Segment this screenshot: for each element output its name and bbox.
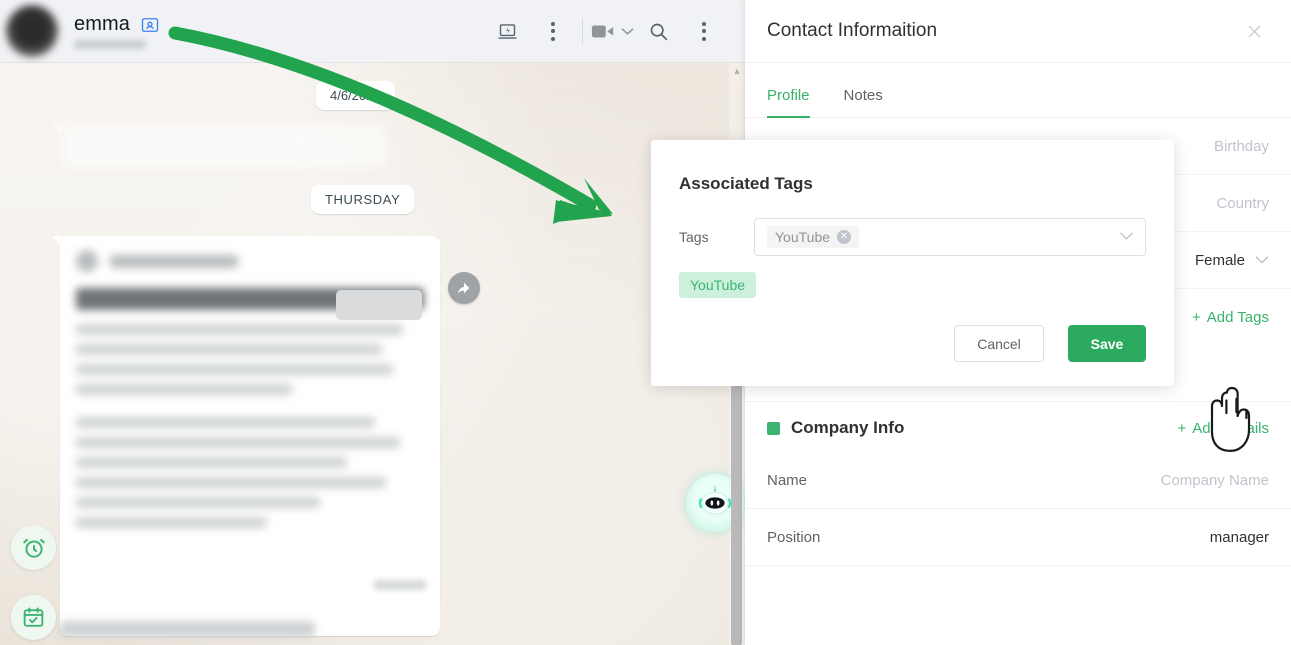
toolbar-divider xyxy=(582,18,583,44)
message-timestamp xyxy=(374,580,426,590)
green-square-icon xyxy=(767,421,780,435)
bubble-tail-top xyxy=(52,124,62,135)
field-value-position[interactable]: manager xyxy=(1210,529,1269,546)
calendar-check-icon[interactable] xyxy=(11,595,56,640)
selected-tag-chip[interactable]: YouTube ✕ xyxy=(767,226,860,248)
more-vertical-icon-right[interactable] xyxy=(681,9,727,53)
cancel-button[interactable]: Cancel xyxy=(954,325,1044,362)
modal-title: Associated Tags xyxy=(679,174,813,193)
message-inline-chip xyxy=(336,290,422,320)
selected-tag-label: YouTube xyxy=(775,229,831,245)
video-camera-icon[interactable] xyxy=(589,9,635,53)
tab-profile[interactable]: Profile xyxy=(767,87,810,118)
close-icon[interactable] xyxy=(1243,20,1265,42)
plus-icon: + xyxy=(1177,419,1187,437)
tags-select-input[interactable]: YouTube ✕ xyxy=(754,218,1146,256)
tab-notes[interactable]: Notes xyxy=(844,87,883,117)
company-fields: Name Company Name Position manager xyxy=(745,452,1291,566)
field-row-position[interactable]: Position manager xyxy=(745,509,1291,566)
contact-card-icon[interactable] xyxy=(140,15,160,35)
chat-scrollbar-thumb[interactable] xyxy=(731,385,742,645)
more-vertical-icon-left[interactable] xyxy=(530,9,576,53)
field-value-birthday[interactable]: Birthday xyxy=(1214,138,1269,155)
modal-tags-label: Tags xyxy=(679,229,709,245)
blurred-message-card xyxy=(60,236,440,636)
chat-pane: 4/6/2024 THURSDAY ▲ emma xyxy=(0,0,745,645)
modal-tags-field: Tags YouTube ✕ xyxy=(651,194,1174,256)
suggested-tags: YouTube xyxy=(651,256,1174,298)
alarm-clock-icon[interactable] xyxy=(11,525,56,570)
chat-toolbar xyxy=(484,9,745,53)
field-value-company-name[interactable]: Company Name xyxy=(1161,472,1269,489)
field-value-country[interactable]: Country xyxy=(1216,195,1269,212)
chevron-down-icon[interactable] xyxy=(1255,252,1269,269)
day-pill: THURSDAY xyxy=(311,185,415,214)
plus-icon: + xyxy=(1191,308,1201,326)
message-sender-name xyxy=(110,254,238,268)
chevron-down-icon xyxy=(621,27,633,35)
field-value-gender[interactable]: Female xyxy=(1195,252,1245,269)
save-button[interactable]: Save xyxy=(1068,325,1146,362)
chat-header: emma xyxy=(0,0,745,63)
laptop-bolt-icon[interactable] xyxy=(484,9,530,53)
company-section-title: Company Info xyxy=(791,418,905,437)
contact-avatar[interactable] xyxy=(6,5,58,57)
add-tags-label: Add Tags xyxy=(1206,308,1269,326)
chevron-down-icon[interactable] xyxy=(1119,228,1134,246)
field-label-company-name: Name xyxy=(767,471,808,489)
field-label-position: Position xyxy=(767,528,821,546)
date-pill: 4/6/2024 xyxy=(316,81,395,110)
contact-name: emma xyxy=(74,13,130,35)
suggested-tag-youtube[interactable]: YouTube xyxy=(679,272,757,298)
contact-status xyxy=(74,40,146,49)
close-circle-icon[interactable]: ✕ xyxy=(837,230,852,244)
forward-arrow-icon[interactable] xyxy=(448,272,480,304)
panel-header: Contact Informaition xyxy=(745,0,1291,63)
pointing-hand-cursor xyxy=(1202,378,1264,461)
associated-tags-modal: Associated Tags Tags YouTube ✕ YouTube C… xyxy=(651,140,1174,386)
page-title: Contact Informaition xyxy=(767,20,938,41)
add-tags-button[interactable]: + Add Tags xyxy=(1192,309,1269,326)
app-root: 4/6/2024 THURSDAY ▲ emma Contact Informa… xyxy=(0,0,1291,645)
scroll-up-arrow-icon[interactable]: ▲ xyxy=(731,66,743,76)
message-avatar xyxy=(76,250,98,272)
panel-tabs: Profile Notes xyxy=(745,63,1291,118)
search-icon[interactable] xyxy=(635,9,681,53)
blurred-message-bottom xyxy=(60,621,315,637)
modal-footer: Cancel Save xyxy=(954,325,1146,362)
blurred-message-bubble-top xyxy=(62,124,387,168)
